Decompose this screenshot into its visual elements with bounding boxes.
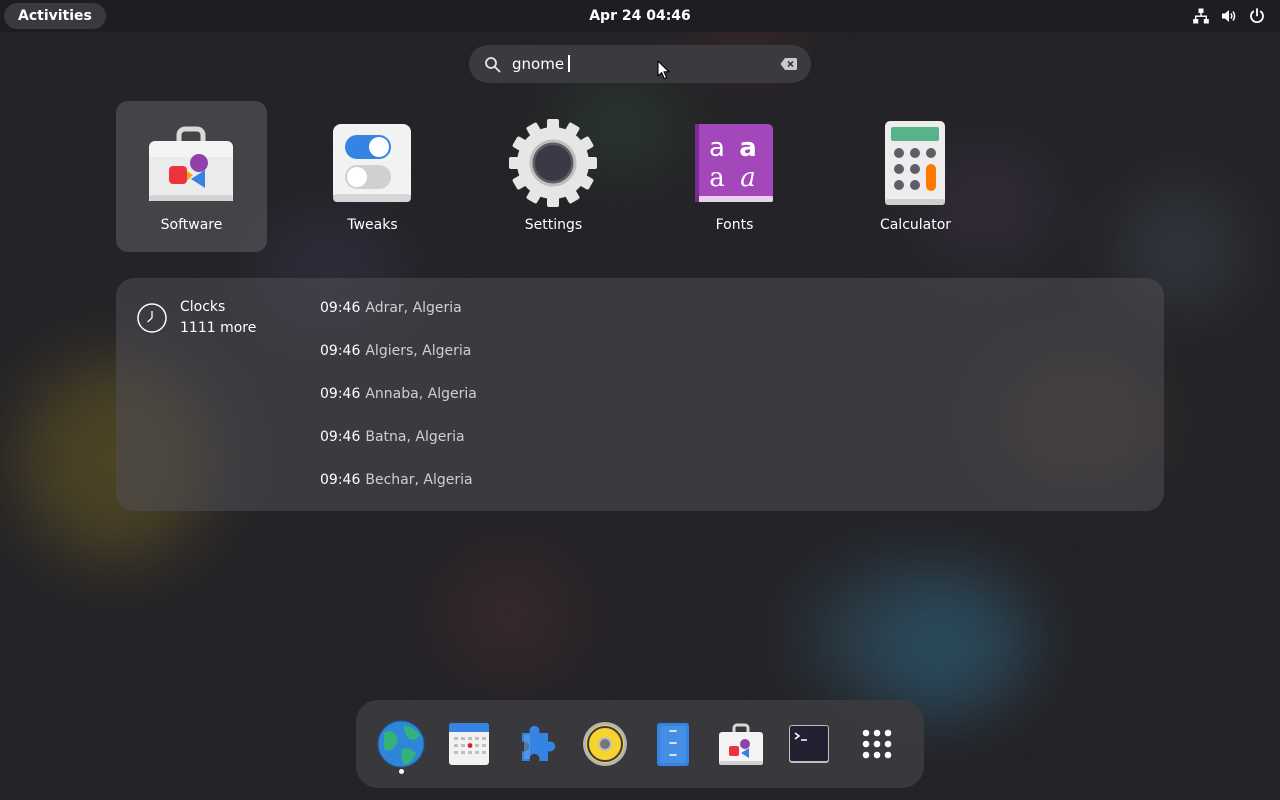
app-result-settings[interactable]: Settings [478,101,629,252]
network-wired-icon[interactable] [1192,7,1210,25]
music-player-icon [583,722,627,766]
dock-item-show-apps[interactable] [852,719,902,769]
app-result-software[interactable]: Software [116,101,267,252]
app-label: Calculator [879,217,952,233]
text-editor-icon [657,723,689,766]
clock-result[interactable]: 09:46 Adrar, Algeria [320,298,462,318]
date-time-clock[interactable]: Apr 24 04:46 [0,0,1280,32]
result-city: Algiers, Algeria [365,343,472,359]
clock-result[interactable]: 09:46 Bechar, Algeria [320,470,473,490]
app-result-tweaks[interactable]: Tweaks [297,101,448,252]
clock-result[interactable]: 09:46 Annaba, Algeria [320,384,477,404]
clock-icon[interactable] [136,302,168,334]
top-bar: Activities Apr 24 04:46 [0,0,1280,32]
provider-name: Clocks [180,299,226,315]
svg-text:a: a [739,133,757,163]
extensions-icon [522,725,556,761]
result-city: Bechar, Algeria [365,472,473,488]
dock-item-music-player[interactable] [580,719,630,769]
result-city: Batna, Algeria [365,429,465,445]
app-result-fonts[interactable]: a a a a Fonts [659,101,810,252]
clock-result[interactable]: 09:46 Algiers, Algeria [320,341,471,361]
clock-result[interactable]: 09:46 Batna, Algeria [320,427,465,447]
result-time: 09:46 [320,429,361,445]
calendar-icon [449,723,489,765]
show-apps-grid-icon [862,729,892,759]
result-time: 09:46 [320,472,361,488]
app-label: Software [160,217,223,233]
software-icon [719,723,763,765]
running-indicator [399,769,404,774]
search-input[interactable]: gnome [469,45,811,83]
system-tray[interactable] [1192,7,1266,25]
volume-icon[interactable] [1220,7,1238,25]
tweaks-icon [333,124,411,202]
dock-item-web-browser[interactable] [376,719,426,769]
terminal-icon [789,725,829,763]
svg-text:a: a [709,133,725,163]
svg-text:a: a [740,163,756,193]
app-label: Fonts [715,217,754,233]
result-time: 09:46 [320,300,361,316]
fonts-icon: a a a a [695,124,773,202]
search-query: gnome [512,45,571,83]
power-icon[interactable] [1248,7,1266,25]
dock-item-extensions[interactable] [512,719,562,769]
app-label: Tweaks [347,217,398,233]
settings-gear-icon [509,119,597,207]
svg-text:a: a [709,163,725,193]
dock-item-text-editor[interactable] [648,719,698,769]
dock-item-software[interactable] [716,719,766,769]
clear-text-icon[interactable] [780,57,797,71]
result-city: Adrar, Algeria [365,300,462,316]
dock-item-terminal[interactable] [784,719,834,769]
provider-more-count[interactable]: 1111 more [180,320,256,336]
result-time: 09:46 [320,343,361,359]
software-icon [149,126,233,201]
calculator-icon [885,121,945,205]
search-icon [485,57,501,73]
web-browser-icon [377,720,425,768]
dock-item-calendar[interactable] [444,719,494,769]
dock [356,700,924,788]
mouse-pointer-icon [657,60,670,80]
app-label: Settings [524,217,583,233]
result-city: Annaba, Algeria [365,386,477,402]
app-result-calculator[interactable]: Calculator [840,101,991,252]
clocks-search-results: Clocks 1111 more 09:46 Adrar, Algeria 09:… [116,278,1164,511]
text-caret [568,54,571,72]
app-results-row: Software Tweaks Settings a a a a Fonts C… [116,101,1026,252]
result-time: 09:46 [320,386,361,402]
